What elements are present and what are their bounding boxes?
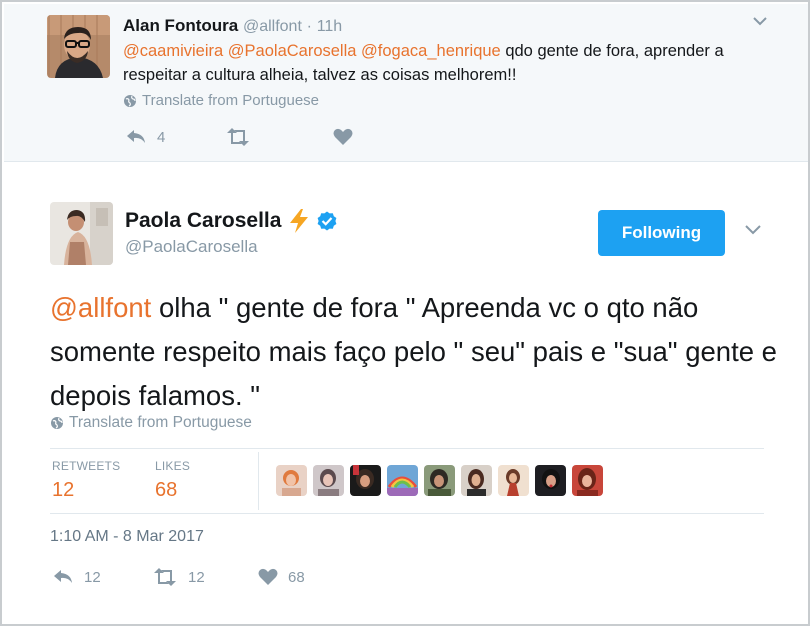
heart-icon <box>333 128 353 145</box>
reply-button[interactable]: 12 <box>52 568 152 586</box>
verified-badge-icon <box>318 211 337 231</box>
reply-tweet-header: Alan Fontoura @allfont · 11h <box>123 16 342 36</box>
reply-count: 12 <box>84 568 101 586</box>
liker-avatar[interactable] <box>276 465 307 496</box>
likes-label: LIKES <box>155 459 191 473</box>
chevron-down-icon[interactable] <box>744 222 762 240</box>
heart-icon <box>258 568 278 585</box>
chevron-down-icon[interactable] <box>752 14 768 32</box>
liker-avatar[interactable] <box>535 465 566 496</box>
liker-avatar[interactable] <box>572 465 603 496</box>
mention-link[interactable]: @caamivieira <box>123 42 223 60</box>
tweet-body: olha " gente de fora " Apreenda vc o qto… <box>50 292 777 411</box>
mention-link[interactable]: @fogaca_henrique <box>361 42 501 60</box>
retweets-label: RETWEETS <box>52 459 121 473</box>
main-tweet-text: @allfont olha " gente de fora " Apreenda… <box>50 286 785 418</box>
retweet-button[interactable]: 12 <box>152 568 258 586</box>
author-name-row: Paola Carosella <box>125 208 337 234</box>
reply-tweet-actions: 4 <box>125 128 363 146</box>
liker-avatar[interactable] <box>461 465 492 496</box>
retweet-icon <box>227 128 249 146</box>
liker-avatar[interactable] <box>498 465 529 496</box>
retweets-stat[interactable]: RETWEETS 12 <box>52 459 120 502</box>
avatar[interactable] <box>50 202 113 265</box>
likers-avatars <box>276 465 603 496</box>
retweet-icon <box>154 568 176 586</box>
reply-button[interactable]: 4 <box>125 128 225 146</box>
reply-icon <box>127 130 145 143</box>
stats-divider <box>258 452 259 510</box>
like-button[interactable]: 68 <box>258 568 305 586</box>
avatar[interactable] <box>47 15 110 78</box>
reply-icon <box>54 570 72 583</box>
likes-count: 68 <box>155 479 178 501</box>
mention-link[interactable]: @PaolaCarosella <box>228 42 357 60</box>
lightning-emoji <box>290 209 309 233</box>
translate-link[interactable]: Translate from Portuguese <box>123 92 319 109</box>
like-button[interactable] <box>333 128 363 146</box>
globe-icon <box>51 417 63 429</box>
author-name[interactable]: Alan Fontoura <box>123 16 238 35</box>
following-button[interactable]: Following <box>598 210 725 256</box>
author-name[interactable]: Paola Carosella <box>125 209 281 233</box>
retweet-button[interactable] <box>225 128 333 146</box>
globe-icon <box>124 94 136 107</box>
tweet-timestamp[interactable]: 1:10 AM - 8 Mar 2017 <box>50 528 204 546</box>
liker-avatar[interactable] <box>424 465 455 496</box>
likes-stat[interactable]: LIKES 68 <box>155 459 190 502</box>
liker-avatar[interactable] <box>350 465 381 496</box>
liker-avatar[interactable] <box>387 465 418 496</box>
retweets-count: 12 <box>52 479 75 501</box>
reply-tweet[interactable]: Alan Fontoura @allfont · 11h @caamivieir… <box>4 4 808 162</box>
author-handle[interactable]: @PaolaCarosella <box>125 237 258 257</box>
tweet-time[interactable]: 11h <box>317 18 343 35</box>
reply-tweet-text: @caamivieira @PaolaCarosella @fogaca_hen… <box>123 39 783 87</box>
translate-label: Translate from Portuguese <box>142 92 320 109</box>
screenshot-frame: Alan Fontoura @allfont · 11h @caamivieir… <box>0 0 810 626</box>
author-handle[interactable]: @allfont <box>243 18 302 35</box>
mention-link[interactable]: @allfont <box>50 292 151 323</box>
translate-link[interactable]: Translate from Portuguese <box>50 414 252 432</box>
translate-label: Translate from Portuguese <box>69 414 252 431</box>
like-count: 68 <box>288 568 305 586</box>
reply-count: 4 <box>157 128 166 146</box>
retweet-count: 12 <box>188 568 205 586</box>
tweet-stats: RETWEETS 12 LIKES 68 <box>50 448 764 514</box>
main-tweet-actions: 12 12 68 <box>52 568 305 586</box>
separator-dot: · <box>306 18 312 35</box>
liker-avatar[interactable] <box>313 465 344 496</box>
